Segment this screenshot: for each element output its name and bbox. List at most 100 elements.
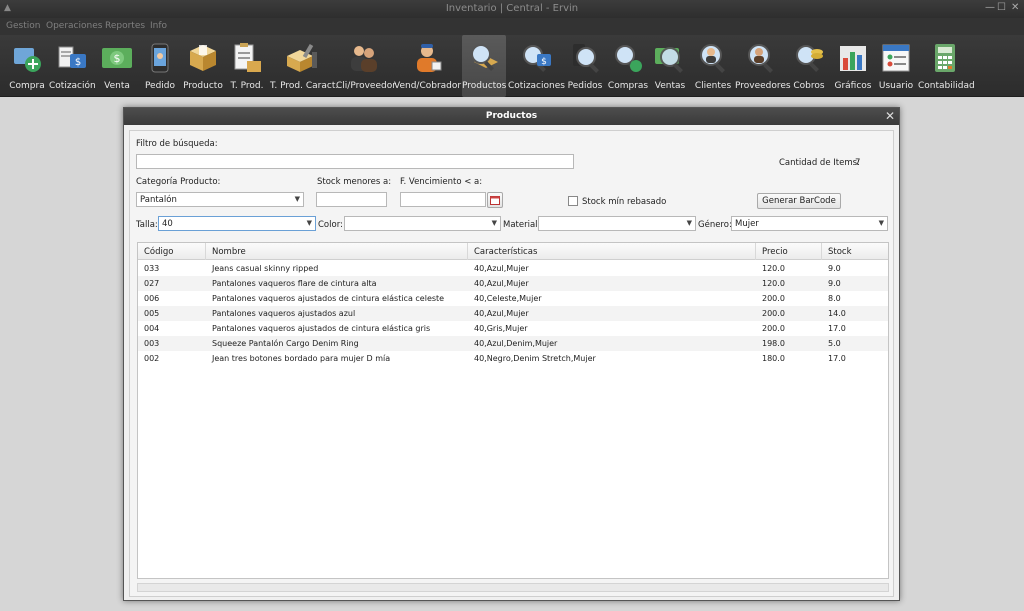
- column-header-codigo[interactable]: Código: [138, 243, 206, 260]
- toolbar-venta-button[interactable]: $ Venta: [97, 35, 137, 97]
- toolbar-cobros-button[interactable]: Cobros: [789, 35, 829, 97]
- toolbar-label: Cotizaciones: [508, 81, 565, 91]
- cell-precio: 180.0: [762, 354, 785, 363]
- cell-stock: 5.0: [828, 339, 841, 348]
- filter-input[interactable]: [136, 154, 574, 169]
- material-select[interactable]: ▼: [538, 216, 696, 231]
- toolbar-compras-button[interactable]: Compras: [606, 35, 650, 97]
- toolbar-ventas-button[interactable]: Ventas: [651, 35, 689, 97]
- toolbar-label: Compra: [9, 81, 45, 91]
- svg-text:$: $: [75, 57, 81, 68]
- user-card-icon: [882, 44, 910, 72]
- menu-gestion[interactable]: Gestion: [6, 21, 40, 31]
- toolbar-producto-button[interactable]: Producto: [181, 35, 225, 97]
- cell-nombre: Jean tres botones bordado para mujer D m…: [212, 354, 391, 363]
- toolbar-cotizaciones-button[interactable]: $ Cotizaciones: [508, 35, 565, 97]
- cell-nombre: Pantalones vaqueros ajustados de cintura…: [212, 324, 431, 333]
- chevron-down-icon: ▼: [306, 219, 312, 227]
- cell-codigo: 005: [144, 309, 160, 318]
- cell-caracteristicas: 40,Azul,Mujer: [474, 309, 529, 318]
- toolbar-cliprov-button[interactable]: Cli/Proveedor: [336, 35, 396, 97]
- toolbar-compra-button[interactable]: Compra: [5, 35, 49, 97]
- stock-min-checkbox[interactable]: [568, 196, 578, 206]
- color-label: Color:: [318, 220, 343, 230]
- toolbar-label: Pedidos: [567, 81, 603, 91]
- cell-codigo: 006: [144, 294, 160, 303]
- expiry-input[interactable]: [400, 192, 486, 207]
- table-row[interactable]: 006 Pantalones vaqueros ajustados de cint…: [138, 291, 888, 306]
- cell-codigo: 004: [144, 324, 160, 333]
- calendar-button[interactable]: [487, 192, 503, 208]
- toolbar-usuario-button[interactable]: Usuario: [876, 35, 916, 97]
- toolbar-contabilidad-button[interactable]: Contabilidad: [918, 35, 975, 97]
- order-phone-icon: [151, 43, 169, 73]
- menu-info[interactable]: Info: [150, 21, 167, 31]
- table-row[interactable]: 003 Squeeze Pantalón Cargo Denim Ring 40,A…: [138, 336, 888, 351]
- toolbar-label: Vend/Cobrador: [394, 81, 462, 91]
- toolbar-vendcobrador-button[interactable]: Vend/Cobrador: [394, 35, 462, 97]
- talla-label: Talla:: [136, 220, 158, 230]
- productos-dialog: Productos ✕ Filtro de búsqueda: Cantidad…: [123, 107, 900, 601]
- talla-select-value: 40: [162, 219, 173, 229]
- chevron-down-icon: ▼: [878, 219, 884, 227]
- table-row[interactable]: 033 Jeans casual skinny ripped 40,Azul,Muj…: [138, 261, 888, 276]
- cell-precio: 120.0: [762, 264, 785, 273]
- cell-caracteristicas: 40,Azul,Mujer: [474, 264, 529, 273]
- window-title: Inventario | Central - Ervin: [445, 3, 579, 14]
- close-button[interactable]: ✕: [1011, 2, 1019, 13]
- toolbar-proveedores-button[interactable]: Proveedores: [735, 35, 791, 97]
- cell-stock: 14.0: [828, 309, 846, 318]
- toolbar-graficos-button[interactable]: Gráficos: [832, 35, 874, 97]
- toolbar-productos-button[interactable]: Productos: [462, 35, 506, 97]
- dialog-close-button[interactable]: ✕: [885, 109, 895, 123]
- main-toolbar: Compra $ Cotización $ Venta Pedido Produ…: [0, 35, 1024, 97]
- toolbar-clientes-button[interactable]: Clientes: [692, 35, 734, 97]
- color-select[interactable]: ▼: [344, 216, 501, 231]
- category-select[interactable]: Pantalón ▼: [136, 192, 304, 207]
- column-header-nombre[interactable]: Nombre: [206, 243, 468, 260]
- column-header-precio[interactable]: Precio: [756, 243, 822, 260]
- cart-add-icon: [14, 48, 41, 72]
- toolbar-tprod-button[interactable]: T. Prod.: [226, 35, 268, 97]
- svg-text:$: $: [541, 57, 547, 67]
- toolbar-label: T. Prod. Caract.: [270, 81, 339, 91]
- toolbar-label: Cli/Proveedor: [336, 81, 396, 91]
- table-row[interactable]: 004 Pantalones vaqueros ajustados de cint…: [138, 321, 888, 336]
- toolbar-tprod-caract-button[interactable]: T. Prod. Caract.: [270, 35, 339, 97]
- category-label: Categoría Producto:: [136, 177, 221, 187]
- toolbar-label: Cotización: [49, 81, 96, 91]
- salesman-icon: [417, 44, 442, 72]
- cell-codigo: 033: [144, 264, 160, 273]
- toolbar-cotizacion-button[interactable]: $ Cotización: [49, 35, 96, 97]
- genero-select[interactable]: Mujer ▼: [731, 216, 888, 231]
- search-person-icon: [700, 44, 725, 73]
- cell-caracteristicas: 40,Azul,Denim,Mujer: [474, 339, 558, 348]
- stock-input[interactable]: [316, 192, 387, 207]
- table-row[interactable]: 002 Jean tres botones bordado para mujer …: [138, 351, 888, 366]
- table-row[interactable]: 005 Pantalones vaqueros ajustados azul 40,…: [138, 306, 888, 321]
- column-header-stock[interactable]: Stock: [822, 243, 888, 260]
- column-header-caracteristicas[interactable]: Características: [468, 243, 756, 260]
- minimize-button[interactable]: —: [985, 2, 995, 13]
- chevron-down-icon: ▼: [686, 219, 692, 227]
- generate-barcode-button[interactable]: Generar BarCode: [757, 193, 841, 209]
- maximize-button[interactable]: ☐: [997, 2, 1006, 13]
- search-phone-icon: [573, 44, 599, 73]
- talla-select[interactable]: 40 ▼: [158, 216, 316, 231]
- toolbar-label: Cobros: [793, 81, 825, 91]
- toolbar-pedidos-button[interactable]: Pedidos: [566, 35, 604, 97]
- search-provider-icon: [748, 44, 773, 73]
- menu-reportes[interactable]: Reportes: [105, 21, 145, 31]
- cell-precio: 198.0: [762, 339, 785, 348]
- search-coins-icon: [796, 45, 823, 72]
- cell-codigo: 003: [144, 339, 160, 348]
- table-row[interactable]: 027 Pantalones vaqueros flare de cintura …: [138, 276, 888, 291]
- dialog-header: Productos ✕: [124, 108, 899, 125]
- toolbar-label: Productos: [462, 81, 507, 91]
- menu-bar: Gestion Operaciones Reportes Info: [0, 18, 1024, 35]
- products-table[interactable]: Código Nombre Características Precio Sto…: [137, 242, 889, 579]
- cell-codigo: 027: [144, 279, 160, 288]
- cell-caracteristicas: 40,Gris,Mujer: [474, 324, 528, 333]
- menu-operaciones[interactable]: Operaciones: [46, 21, 102, 31]
- toolbar-pedido-button[interactable]: Pedido: [140, 35, 180, 97]
